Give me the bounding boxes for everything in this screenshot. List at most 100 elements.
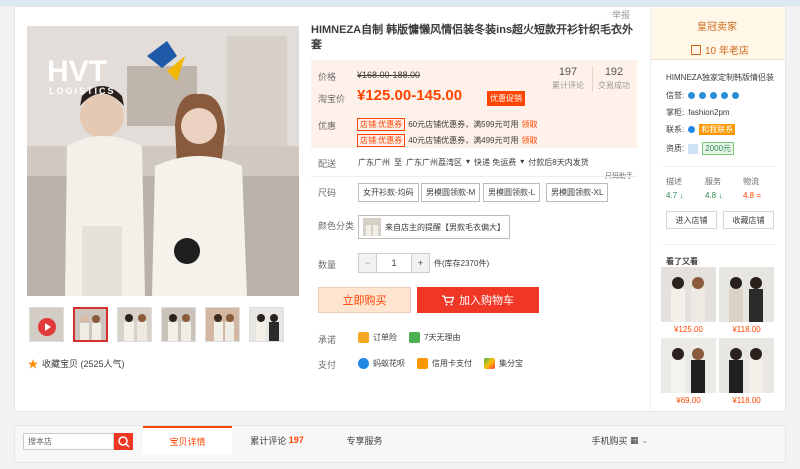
- coupon-1-claim[interactable]: 领取: [521, 119, 537, 130]
- chevron-down-icon[interactable]: ▾: [466, 157, 470, 168]
- favorite-item[interactable]: 收藏宝贝 (2525人气): [28, 357, 125, 370]
- coupon-2-claim[interactable]: 领取: [521, 135, 537, 146]
- now-price-label: 淘宝价: [318, 94, 346, 104]
- credit-card-icon: [417, 358, 428, 369]
- shop-search-button[interactable]: [114, 433, 133, 450]
- recommend-item-2[interactable]: ¥118.00: [719, 267, 774, 334]
- thumbnail-1[interactable]: [73, 307, 108, 342]
- add-to-cart-label: 加入购物车: [459, 295, 514, 307]
- size-option-4[interactable]: 男模圆领款-XL: [546, 183, 609, 202]
- payment-credit[interactable]: 信用卡支付: [417, 358, 472, 369]
- size-option-1[interactable]: 女开衫款-均码: [358, 183, 419, 202]
- orig-price: ¥168.00-188.00: [357, 70, 421, 80]
- contact-label: 联系:: [666, 125, 685, 134]
- collect-shop-button[interactable]: 收藏店铺: [723, 211, 774, 229]
- promise-insurance-label: 订单险: [373, 333, 397, 342]
- payment-jifenbao-label: 集分宝: [499, 359, 523, 368]
- review-stat[interactable]: 197 累计评论: [547, 66, 589, 91]
- size-option-3[interactable]: 男模圆领款-L: [483, 183, 541, 202]
- divider: [663, 166, 775, 167]
- thumbnail-3[interactable]: [161, 307, 196, 342]
- rating-desc: 描述 4.7 ↓: [666, 176, 683, 200]
- favorite-label: 收藏宝贝 (2525人气): [42, 359, 125, 369]
- watermark-sub: LOGISTICS: [49, 86, 116, 96]
- shop-name[interactable]: HIMNEZA独家定制韩版情侣装: [666, 72, 774, 83]
- shop-quali-row: 资质: 2000元: [666, 142, 735, 155]
- sales-label: 交易成功: [598, 81, 630, 90]
- payment-jifenbao[interactable]: 集分宝: [484, 358, 523, 369]
- rating-desc-value: 4.7: [666, 191, 678, 200]
- promise-return[interactable]: 7天无理由: [409, 332, 460, 343]
- sales-count: 192: [604, 66, 624, 78]
- id-verify-icon: [688, 143, 699, 154]
- seven-day-icon: [409, 332, 420, 343]
- watermark-brand: HVT: [47, 55, 107, 88]
- quantity-minus[interactable]: −: [359, 254, 377, 272]
- promise-insurance[interactable]: 订单险: [358, 332, 397, 343]
- delivery-label: 配送: [318, 159, 337, 169]
- quali-label: 资质:: [666, 144, 685, 153]
- coupon-2-text: 40元店铺优惠券，满499元可用: [408, 136, 519, 145]
- recommend-price-1: ¥125.00: [674, 325, 703, 334]
- delivery-ship: 快递 免运费: [474, 158, 517, 167]
- quantity-plus[interactable]: +: [411, 254, 429, 272]
- delivery-to[interactable]: 广东广州荔湾区: [406, 157, 462, 168]
- shop-years: 10 年老店: [691, 42, 749, 57]
- delivery-row: 广东广州 至 广东广州荔湾区 ▾ 快递 免运费 ▾ 付款后8天内发货: [358, 157, 589, 168]
- color-option[interactable]: 来自店主的提醒【男款毛衣偏大】: [358, 215, 510, 239]
- promise-return-label: 7天无理由: [424, 333, 461, 342]
- recommend-item-1[interactable]: ¥125.00: [661, 267, 716, 334]
- credit-crown-icon: [732, 92, 740, 99]
- owner-label: 掌柜:: [666, 108, 685, 117]
- recommend-item-4[interactable]: ¥118.00: [719, 338, 774, 405]
- quantity-stepper: − 1 +: [358, 253, 430, 273]
- size-option-2[interactable]: 男模圆领款-M: [421, 183, 481, 202]
- seller-badge: 皇冠卖家: [697, 22, 737, 33]
- thumbnail-2[interactable]: [117, 307, 152, 342]
- size-label: 尺码: [318, 188, 337, 198]
- recommend-item-3[interactable]: ¥69.00: [661, 338, 716, 405]
- credit-crown-icon: [688, 92, 696, 99]
- coupon-1-tag: 店铺:优惠券: [357, 118, 406, 131]
- owner-name[interactable]: fashion2pm: [688, 108, 729, 117]
- shop-years-label: 10 年老店: [705, 46, 749, 57]
- qr-icon: ▦: [629, 434, 639, 445]
- quantity-input[interactable]: 1: [377, 254, 411, 272]
- tab-mobile[interactable]: 手机购买 ▦ ⌄: [575, 426, 665, 454]
- tab-reviews[interactable]: 累计评论 197: [232, 426, 322, 454]
- shop-sidebar: 皇冠卖家 10 年老店 HIMNEZA独家定制韩版情侣装 信誉: 掌柜: fas…: [650, 8, 785, 410]
- thumbnail-video[interactable]: [29, 307, 64, 342]
- add-to-cart-button[interactable]: 加入购物车: [417, 287, 539, 313]
- delivery-to-word: 至: [394, 158, 402, 167]
- divider: [311, 176, 637, 177]
- main-product-image[interactable]: HVT LOGISTICS: [27, 26, 299, 296]
- credit-crown-icon: [721, 92, 729, 99]
- report-link[interactable]: 举报: [612, 8, 630, 21]
- thumbnail-5[interactable]: [249, 307, 284, 342]
- chevron-down-icon: ⌄: [641, 434, 649, 445]
- credit-crown-icon: [710, 92, 718, 99]
- rating-logistics: 物流 4.8 =: [743, 176, 761, 200]
- payment-label: 支付: [318, 360, 337, 370]
- credit-crown-icon: [699, 92, 707, 99]
- tab-services[interactable]: 专享服务: [322, 426, 407, 454]
- contact-button[interactable]: 和我联系: [699, 124, 736, 135]
- shop-header: 皇冠卖家 10 年老店: [651, 8, 785, 60]
- sales-stat: 192 交易成功: [593, 66, 635, 91]
- shop-search-input[interactable]: 搜本店: [23, 433, 114, 450]
- orig-price-label: 价格: [318, 72, 337, 82]
- rating-logistics-label: 物流: [743, 177, 759, 186]
- buy-now-button[interactable]: 立即购买: [318, 287, 411, 313]
- enter-shop-button[interactable]: 进入店铺: [666, 211, 717, 229]
- rating-service: 服务 4.8 ↓: [705, 176, 722, 200]
- coupon-1: 店铺:优惠券 60元店铺优惠券，满599元可用 领取: [357, 118, 537, 131]
- thumbnail-4[interactable]: [205, 307, 240, 342]
- chevron-down-icon[interactable]: ▾: [520, 157, 524, 168]
- coupon-2: 店铺:优惠券 40元店铺优惠券，满499元可用 领取: [357, 134, 537, 147]
- delivery-pay: 付款后8天内发货: [528, 158, 589, 167]
- huabei-icon: [358, 358, 369, 369]
- promo-badge: 优惠促销: [487, 91, 525, 106]
- color-label: 颜色分类: [318, 221, 355, 231]
- payment-huabei[interactable]: 蚂蚁花呗: [358, 358, 405, 369]
- tab-details[interactable]: 宝贝详情: [143, 426, 232, 454]
